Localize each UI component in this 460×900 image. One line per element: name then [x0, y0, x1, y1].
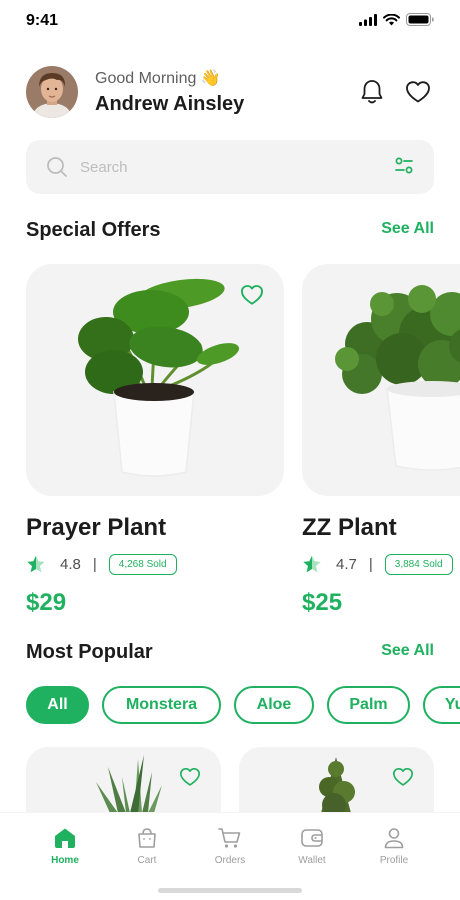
home-indicator — [158, 888, 302, 893]
bell-icon[interactable] — [358, 78, 386, 106]
favorite-icon[interactable] — [179, 767, 201, 787]
nav-home[interactable]: Home — [35, 827, 95, 866]
status-time: 9:41 — [26, 12, 59, 29]
nav-profile[interactable]: Profile — [364, 827, 424, 866]
offer-card-zz-plant[interactable]: ZZ Plant 4.7 | 3,884 Sold $25 — [302, 264, 460, 616]
chip-palm[interactable]: Palm — [327, 686, 410, 724]
nav-label: Profile — [379, 855, 409, 866]
profile-icon — [384, 828, 404, 849]
offer-card-prayer-plant[interactable]: Prayer Plant 4.8 | 4,268 Sold $29 — [26, 264, 284, 616]
star-half-icon — [303, 555, 321, 573]
sold-badge: 3,884 Sold — [384, 554, 453, 575]
nav-label: Home — [51, 855, 79, 866]
status-icons — [359, 13, 434, 26]
special-offers-title: Special Offers — [26, 219, 161, 241]
offer-name: Prayer Plant — [26, 514, 167, 541]
avatar[interactable] — [26, 66, 78, 118]
nav-wallet[interactable]: Wallet — [282, 827, 342, 866]
search-icon — [47, 157, 67, 177]
status-bar: 9:41 — [0, 0, 460, 44]
search-bar — [26, 140, 434, 194]
category-chips: All Monstera Aloe Palm Yucca — [26, 686, 460, 724]
popular-card[interactable] — [239, 747, 434, 813]
greeting-text: Good Morning 👋 — [95, 70, 221, 87]
rating-value: 4.7 — [336, 556, 357, 573]
favorite-icon[interactable] — [392, 767, 414, 787]
plant-image — [26, 264, 284, 496]
orders-icon — [218, 828, 241, 848]
chip-monstera[interactable]: Monstera — [102, 686, 221, 724]
chip-all[interactable]: All — [26, 686, 89, 724]
bottom-nav: Home Cart Orders Wallet Profile — [0, 812, 460, 900]
signal-icon — [359, 13, 377, 26]
nav-label: Cart — [137, 855, 157, 866]
sold-badge: 4,268 Sold — [108, 554, 177, 575]
rating-value: 4.8 — [60, 556, 81, 573]
chip-yucca[interactable]: Yucca — [423, 686, 460, 724]
offer-meta: 4.8 | 4,268 Sold — [26, 554, 177, 575]
offer-price: $29 — [26, 589, 67, 616]
wifi-icon — [383, 13, 400, 25]
nav-cart[interactable]: Cart — [117, 827, 177, 866]
offer-price: $25 — [302, 589, 343, 616]
header: Good Morning 👋 Andrew Ainsley — [26, 66, 434, 118]
special-offers-list: Prayer Plant 4.8 | 4,268 Sold $29 ZZ Pla… — [26, 264, 460, 624]
home-icon — [55, 828, 75, 848]
chip-aloe[interactable]: Aloe — [234, 686, 314, 724]
nav-label: Wallet — [298, 855, 326, 866]
cart-icon — [138, 828, 156, 848]
most-popular-list — [26, 747, 460, 813]
meta-separator: | — [92, 556, 97, 573]
special-offers-see-all-link[interactable]: See All — [381, 220, 434, 238]
battery-icon — [406, 13, 434, 26]
offer-meta: 4.7 | 3,884 Sold — [302, 554, 453, 575]
meta-separator: | — [368, 556, 373, 573]
favorite-icon[interactable] — [240, 284, 264, 306]
wallet-icon — [301, 829, 323, 847]
nav-orders[interactable]: Orders — [200, 827, 260, 866]
most-popular-title: Most Popular — [26, 641, 153, 663]
nav-label: Orders — [214, 855, 246, 866]
heart-icon[interactable] — [404, 78, 432, 106]
user-name: Andrew Ainsley — [95, 93, 245, 115]
popular-card[interactable] — [26, 747, 221, 813]
search-input[interactable] — [80, 140, 380, 194]
offer-name: ZZ Plant — [302, 514, 397, 541]
plant-image — [302, 264, 460, 496]
star-half-icon — [27, 555, 45, 573]
filter-icon[interactable] — [394, 156, 414, 176]
most-popular-see-all-link[interactable]: See All — [381, 642, 434, 660]
